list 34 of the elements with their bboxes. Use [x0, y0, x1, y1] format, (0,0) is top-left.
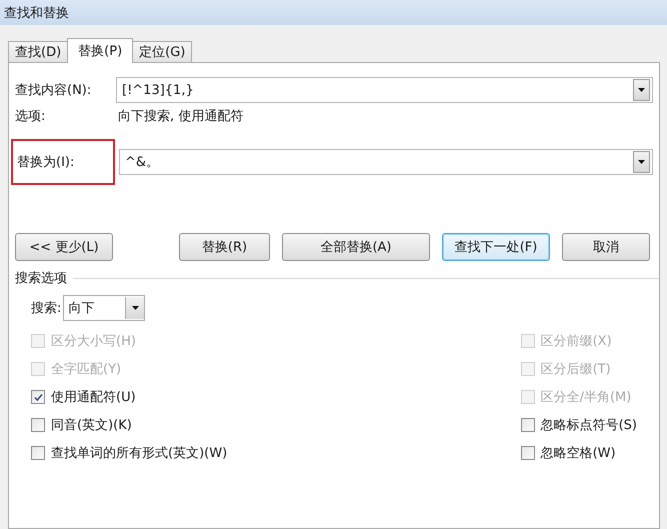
field-label: 替换为(I):: [17, 155, 74, 170]
dialog-button[interactable]: 替换(R): [179, 233, 270, 261]
checkbox-label: 区分后缀(T): [540, 361, 611, 378]
options-value: 向下搜索, 使用通配符: [118, 108, 244, 125]
checkbox-label: 查找单词的所有形式(英文)(W): [51, 445, 228, 462]
checkbox[interactable]: [520, 446, 535, 460]
replace-field[interactable]: ^&。: [119, 149, 653, 175]
checkbox[interactable]: [520, 418, 535, 432]
find-field[interactable]: [!^13]{1,}: [116, 77, 653, 103]
group-title: 搜索选项: [15, 270, 67, 287]
checkbox-label: 区分大小写(H): [51, 333, 136, 350]
checkbox-label: 全字匹配(Y): [51, 361, 122, 378]
dialog-button[interactable]: 查找下一处(F): [442, 233, 550, 261]
dialog-button[interactable]: 全部替换(A): [282, 233, 430, 261]
checkbox-label: 使用通配符(U): [51, 389, 136, 406]
checkbox-label: 同音(英文)(K): [51, 417, 132, 434]
checkbox-label: 忽略空格(W): [540, 445, 616, 462]
options-label: 选项:: [15, 108, 46, 125]
checkbox-label: 区分全/半角(M): [540, 389, 632, 406]
direction-dropdown[interactable]: 向下: [63, 295, 146, 321]
tab[interactable]: 替换(P): [67, 38, 134, 63]
tab[interactable]: 定位(G): [132, 41, 192, 62]
checkmark-icon: [34, 392, 42, 402]
checkbox[interactable]: [31, 390, 45, 404]
window-title: 查找和替换: [4, 4, 69, 22]
search-direction-label: 搜索:: [31, 300, 62, 317]
checkbox-label: 区分前缀(X): [540, 333, 612, 350]
dialog-button[interactable]: 取消: [562, 233, 650, 261]
checkbox[interactable]: [31, 418, 45, 432]
checkbox-label: 忽略标点符号(S): [540, 417, 637, 434]
dialog-button[interactable]: << 更少(L): [15, 233, 113, 261]
field-label: 查找内容(N):: [15, 82, 92, 99]
checkbox[interactable]: [31, 446, 45, 460]
tab[interactable]: 查找(D): [8, 41, 68, 62]
